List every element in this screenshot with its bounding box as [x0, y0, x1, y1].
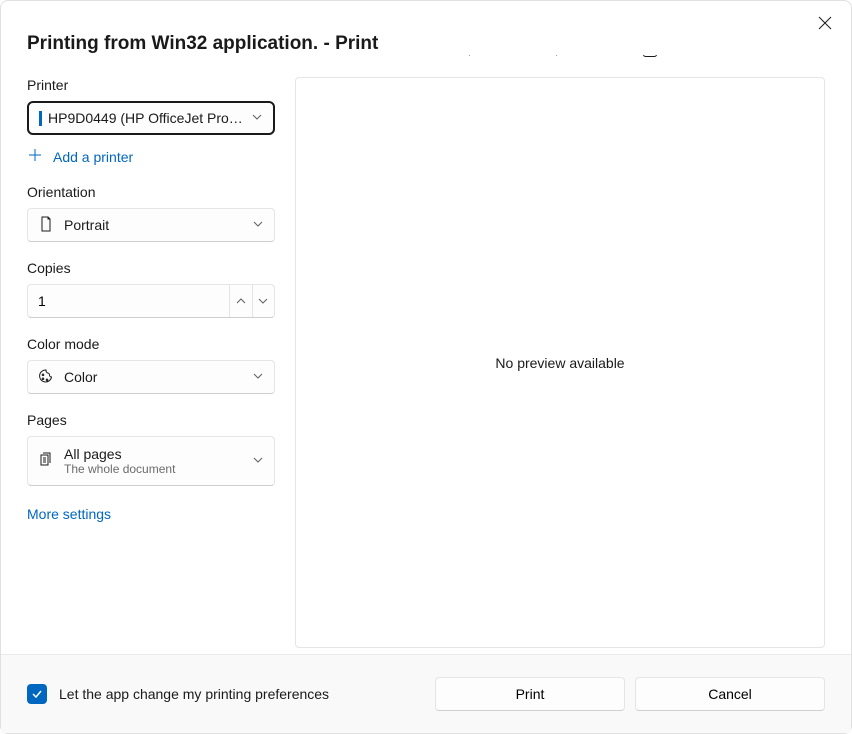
settings-panel: Printer HP9D0449 (HP OfficeJet Pro 9010 … [27, 77, 295, 654]
add-printer-label: Add a printer [53, 149, 133, 165]
preview-fullscreen-button[interactable] [643, 55, 657, 60]
triangle-right-icon [553, 55, 563, 57]
no-preview-text: No preview available [495, 355, 624, 371]
portrait-icon [38, 216, 54, 235]
chevron-down-icon [252, 217, 264, 233]
pages-label: Pages [27, 412, 275, 428]
preview-prev-button[interactable] [463, 55, 473, 60]
add-printer-link[interactable]: Add a printer [27, 147, 275, 166]
triangle-left-icon [463, 55, 473, 57]
cancel-button[interactable]: Cancel [635, 677, 825, 711]
chevron-down-icon [251, 110, 263, 126]
preview-nav [295, 55, 825, 65]
pages-subtitle: The whole document [64, 462, 244, 476]
chevron-down-icon [257, 295, 269, 307]
copies-up-button[interactable] [229, 285, 252, 317]
orientation-dropdown[interactable]: Portrait [27, 208, 275, 242]
focus-indicator [39, 111, 42, 126]
color-mode-label: Color mode [27, 336, 275, 352]
preferences-checkbox[interactable] [27, 684, 47, 704]
copies-input[interactable] [28, 293, 229, 309]
chevron-down-icon [252, 369, 264, 385]
color-mode-selected: Color [64, 369, 244, 385]
printer-selected: HP9D0449 (HP OfficeJet Pro 9010 se [48, 110, 243, 126]
print-button[interactable]: Print [435, 677, 625, 711]
chevron-up-icon [235, 295, 247, 307]
pages-dropdown[interactable]: All pages The whole document [27, 436, 275, 486]
dialog-title: Printing from Win32 application. - Print [27, 11, 378, 55]
copies-stepper[interactable] [27, 284, 275, 318]
printer-dropdown[interactable]: HP9D0449 (HP OfficeJet Pro 9010 se [27, 101, 275, 135]
copies-label: Copies [27, 260, 275, 276]
preview-panel: No preview available [295, 77, 825, 654]
close-icon [818, 16, 832, 30]
color-mode-dropdown[interactable]: Color [27, 360, 275, 394]
preview-area: No preview available [295, 77, 825, 648]
close-button[interactable] [813, 11, 837, 35]
orientation-selected: Portrait [64, 217, 244, 233]
palette-icon [38, 368, 54, 387]
plus-icon [27, 147, 43, 166]
chevron-down-icon [252, 453, 264, 469]
more-settings-link[interactable]: More settings [27, 506, 275, 522]
preferences-checkbox-label: Let the app change my printing preferenc… [59, 686, 329, 702]
printer-label: Printer [27, 77, 275, 93]
pages-selected: All pages [64, 446, 244, 462]
pages-icon [38, 452, 54, 471]
copies-down-button[interactable] [252, 285, 275, 317]
orientation-label: Orientation [27, 184, 275, 200]
check-icon [31, 688, 43, 700]
fullscreen-icon [643, 55, 657, 57]
preview-next-button[interactable] [553, 55, 563, 60]
